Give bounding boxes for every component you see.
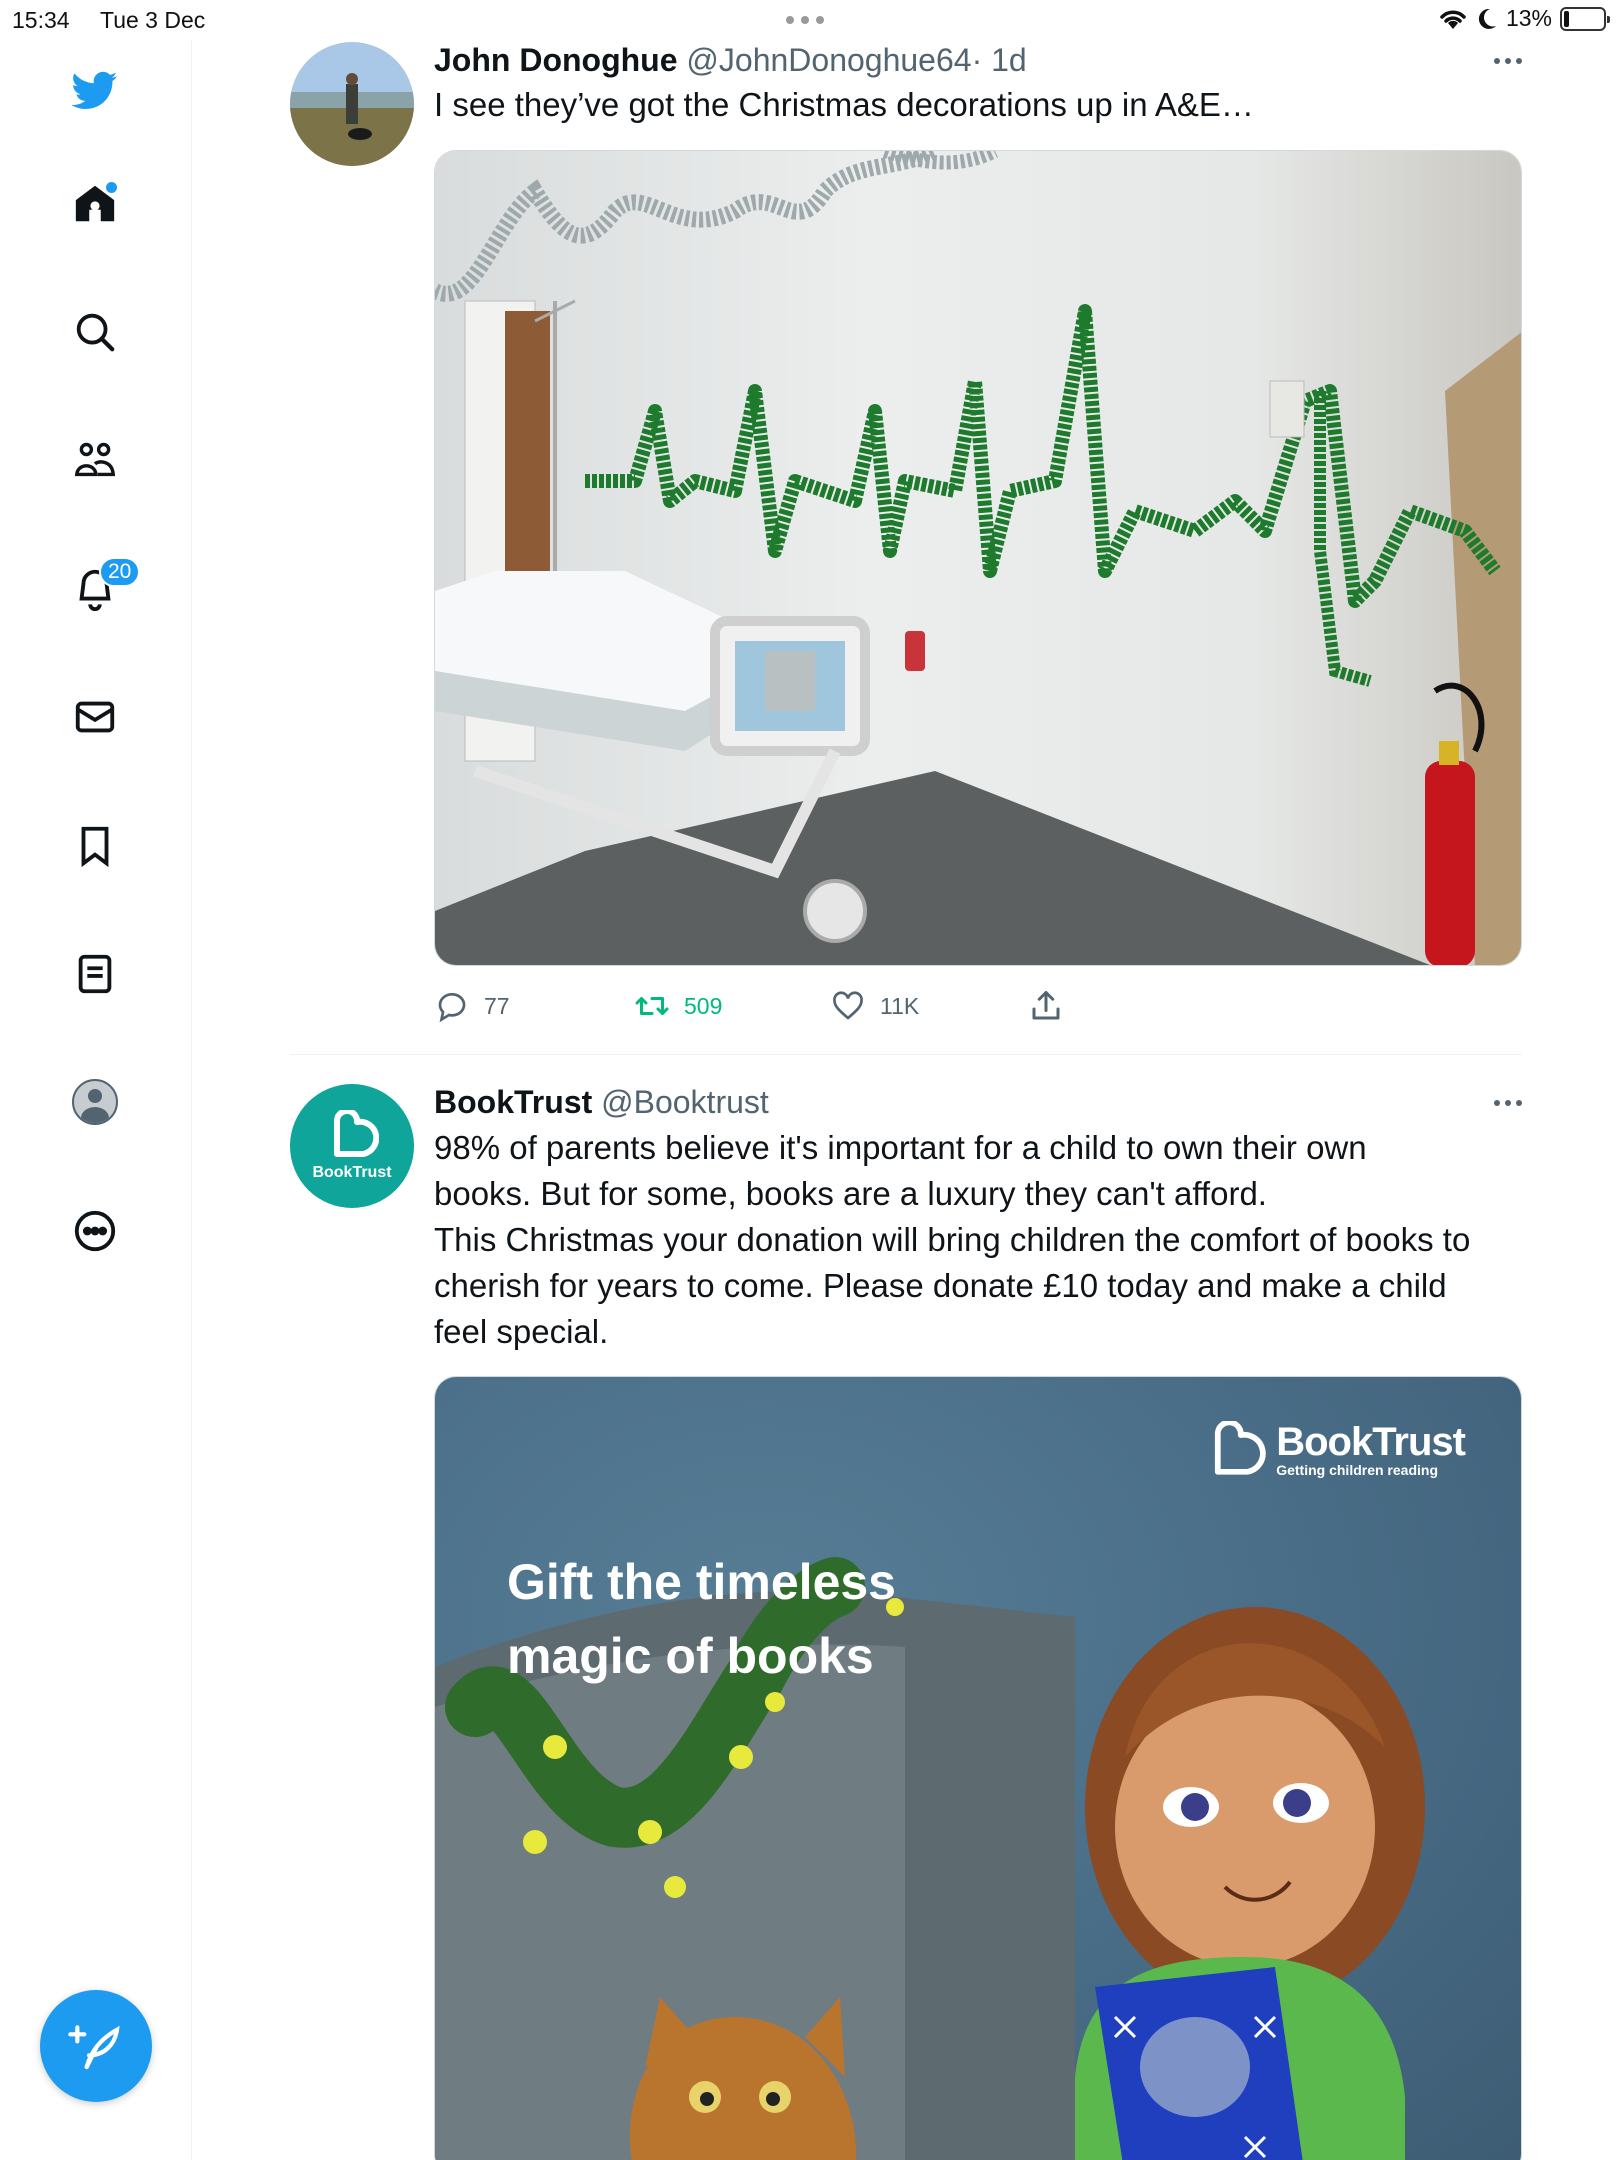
user-name[interactable]: John Donoghue [434,42,678,78]
multitasking-dots-icon[interactable] [786,16,824,24]
search-icon[interactable] [71,308,119,356]
booktrust-logo-icon [1215,1421,1266,1475]
tweet-text: 98% of parents believe it's important fo… [434,1125,1522,1355]
user-avatar[interactable] [290,42,414,166]
retweet-button[interactable]: 509 [634,988,722,1024]
tweet-divider [290,1054,1522,1055]
home-icon[interactable] [71,180,119,228]
tweet-actions: 77 509 11K [434,988,1522,1028]
compose-tweet-button[interactable] [40,1990,152,2102]
status-time: 15:34 [12,7,70,33]
user-handle[interactable]: @Booktrust [601,1084,769,1120]
bookmarks-icon[interactable] [71,822,119,870]
tweet-text-line: 98% of parents believe it's important fo… [434,1129,1367,1166]
reply-button[interactable]: 77 [434,988,510,1024]
retweet-icon [635,997,669,1015]
more-options-icon[interactable] [1494,1082,1522,1106]
like-button[interactable]: 11K [830,988,919,1024]
tweet-image[interactable] [434,150,1522,966]
status-bar: 15:34 Tue 3 Dec 13% [0,0,1620,40]
ad-headline-line: Gift the timeless [507,1554,896,1610]
ad-headline-line: magic of books [507,1628,874,1684]
reply-icon [438,993,466,1023]
twitter-logo-icon[interactable] [71,66,119,114]
home-new-dot [106,182,117,193]
ad-brand-logo: BookTrust Getting children reading [1204,1420,1466,1479]
like-count: 11K [880,992,920,1019]
tweet-text: I see they’ve got the Christmas decorati… [434,86,1254,123]
profile-icon[interactable] [71,1078,119,1126]
user-handle[interactable]: @JohnDonoghue64 [686,42,971,78]
ad-brand-name: BookTrust [1276,1420,1466,1464]
tweet-text-line: feel special. [434,1313,609,1350]
messages-icon[interactable] [71,693,119,741]
user-name[interactable]: BookTrust [434,1084,592,1120]
avatar-label: BookTrust [312,1164,392,1181]
reply-count: 77 [484,992,510,1019]
share-button[interactable] [1028,988,1064,1024]
ad-brand-tagline: Getting children reading [1276,1462,1438,1478]
battery-percent: 13% [1505,5,1552,31]
tweet-text-line: This Christmas your donation will bring … [434,1221,1471,1258]
lists-icon[interactable] [71,950,119,998]
tweet-header: BookTrust @Booktrust [434,1082,1522,1122]
compose-feather-icon [68,2025,120,2070]
notifications-badge: 20 [99,557,141,587]
more-icon[interactable] [71,1207,119,1255]
notifications-icon[interactable]: 20 [71,557,141,613]
battery-icon [1560,6,1610,31]
wifi-icon [1440,9,1466,29]
sidebar-nav: 20 [0,40,192,2160]
tweet-time[interactable]: · 1d [972,42,1027,78]
ad-image[interactable]: BookTrust Getting children reading Gift … [434,1376,1522,2160]
heart-icon [833,991,863,1020]
status-date: Tue 3 Dec [100,7,206,33]
more-options-icon[interactable] [1494,40,1522,64]
communities-icon[interactable] [71,437,119,485]
tweet-text-line: cherish for years to come. Please donate… [434,1267,1447,1304]
tweet-text-line: books. But for some, books are a luxury … [434,1175,1267,1212]
share-icon [1032,991,1060,1020]
ad-headline: Gift the timeless magic of books [507,1545,1027,1693]
booktrust-logo-icon [334,1110,379,1157]
user-avatar[interactable]: BookTrust [290,1084,414,1208]
retweet-count: 509 [684,992,723,1019]
tweet-header: John Donoghue @JohnDonoghue64· 1d [434,40,1522,80]
moon-icon [1478,8,1496,29]
